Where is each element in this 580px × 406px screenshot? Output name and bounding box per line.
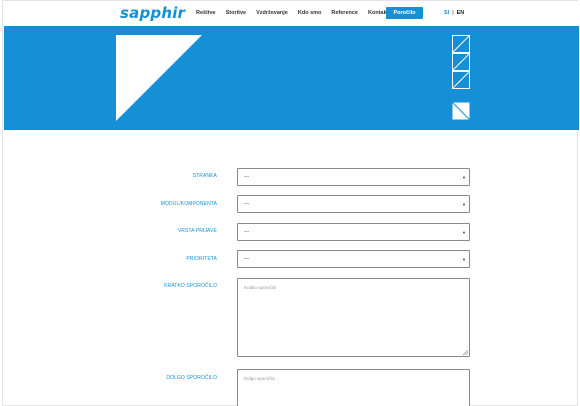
dolgo-textarea[interactable]: Dolgo sporočilo bbox=[237, 369, 470, 406]
vrsta-value: --- bbox=[244, 229, 249, 235]
modul-value: --- bbox=[244, 201, 249, 207]
triangle-tile-icon bbox=[452, 71, 470, 89]
chevron-down-icon: ▼ bbox=[462, 257, 466, 262]
page-title: Prijava napak bbox=[121, 39, 150, 59]
stranka-value: --- bbox=[244, 174, 249, 180]
report-button[interactable]: Poročilo bbox=[386, 7, 423, 19]
logo[interactable]: sapphir bbox=[120, 4, 185, 22]
prioriteta-select[interactable]: --- ▼ bbox=[237, 250, 470, 268]
lang-si[interactable]: SI bbox=[444, 10, 449, 16]
main-nav: Rešitve Storitve Vzdrževanje Kdo smo Ref… bbox=[196, 10, 398, 16]
page-title-line2: napak bbox=[121, 48, 147, 59]
page: sapphir Rešitve Storitve Vzdrževanje Kdo… bbox=[2, 0, 579, 406]
lang-en[interactable]: EN bbox=[457, 10, 465, 16]
vrsta-select[interactable]: --- ▼ bbox=[237, 223, 470, 241]
dolgo-label: DOLGO SPOROČILO bbox=[166, 375, 217, 381]
modul-label: MODUL/KOMPONENTA bbox=[160, 201, 217, 207]
vrsta-label: VRSTA PRIJAVE bbox=[177, 228, 217, 234]
nav-item-storitve[interactable]: Storitve bbox=[226, 10, 246, 16]
triangle-tile-icon bbox=[452, 53, 470, 71]
kratko-textarea[interactable]: Kratko sporočilo bbox=[237, 278, 470, 357]
hero-banner: Prijava napak bbox=[4, 26, 579, 130]
kratko-placeholder: Kratko sporočilo bbox=[244, 285, 277, 290]
resize-grip-icon[interactable] bbox=[463, 350, 468, 355]
nav-item-resitve[interactable]: Rešitve bbox=[196, 10, 216, 16]
nav-item-vzdrzevanje[interactable]: Vzdrževanje bbox=[256, 10, 288, 16]
chevron-down-icon: ▼ bbox=[462, 230, 466, 235]
triangle-tile-icon bbox=[452, 35, 470, 53]
kratko-label: KRATKO SPOROČILO bbox=[164, 283, 217, 289]
stranka-label: STRANKA bbox=[192, 173, 217, 179]
nav-item-reference[interactable]: Reference bbox=[331, 10, 358, 16]
prioriteta-value: --- bbox=[244, 256, 249, 262]
chevron-down-icon: ▼ bbox=[462, 175, 466, 180]
header: sapphir Rešitve Storitve Vzdrževanje Kdo… bbox=[3, 1, 579, 26]
triangle-tile-icon bbox=[452, 102, 470, 120]
nav-item-kdo-smo[interactable]: Kdo smo bbox=[298, 10, 322, 16]
stranka-select[interactable]: --- ▼ bbox=[237, 168, 470, 186]
modul-select[interactable]: --- ▼ bbox=[237, 195, 470, 213]
language-switcher: SI | EN bbox=[444, 10, 464, 16]
lang-separator: | bbox=[452, 10, 454, 16]
dolgo-placeholder: Dolgo sporočilo bbox=[244, 376, 276, 381]
prioriteta-label: PRIORITETA bbox=[186, 256, 217, 262]
chevron-down-icon: ▼ bbox=[462, 202, 466, 207]
